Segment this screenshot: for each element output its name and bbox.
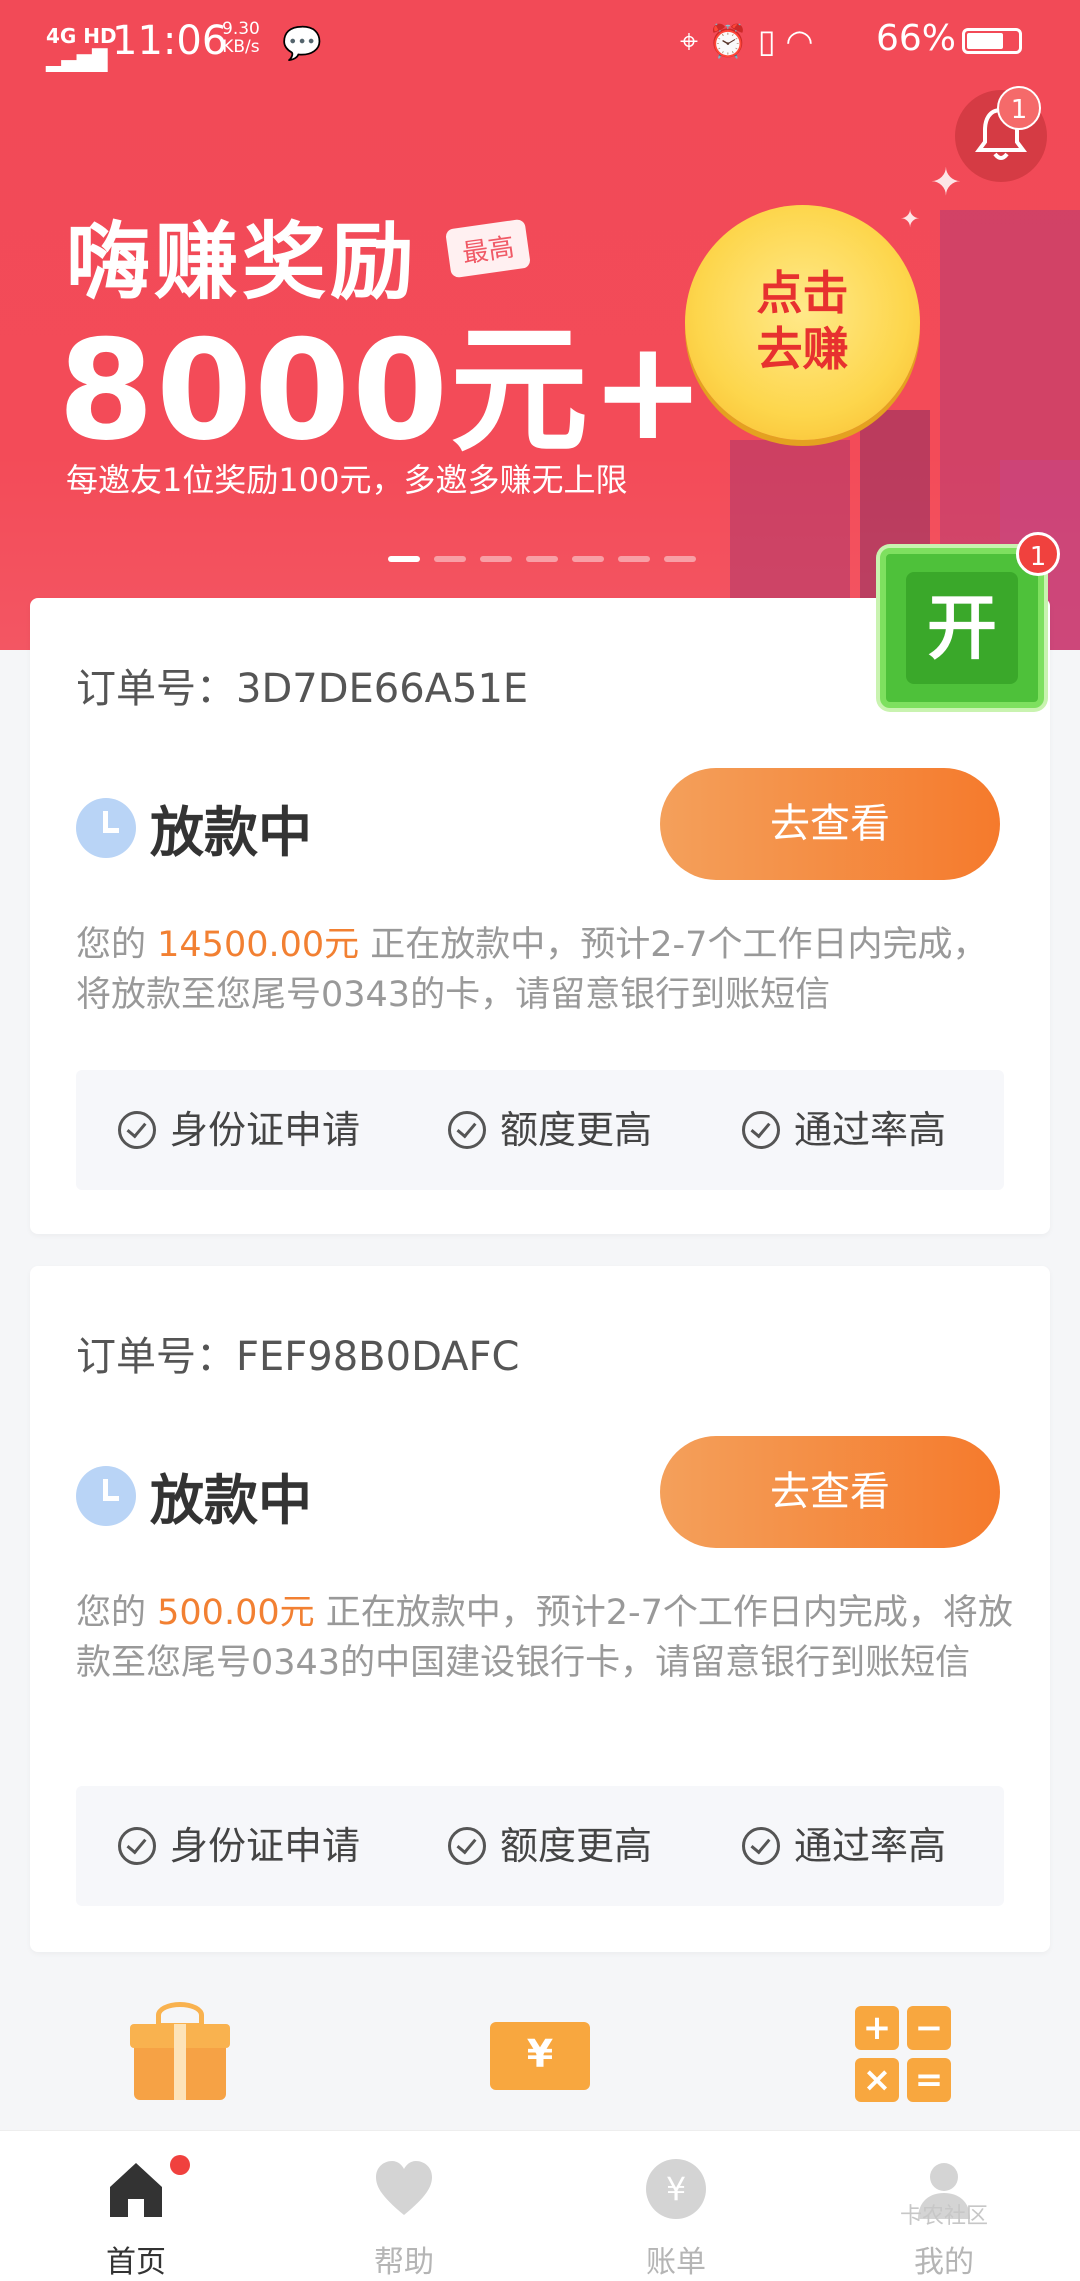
order-status: 放款中: [150, 801, 312, 864]
feature-item: 通过率高: [742, 1070, 946, 1190]
loan-amount: 14500.00元: [157, 925, 360, 965]
feature-item: 身份证申请: [118, 1786, 360, 1906]
signal-icon: 4G HD ▂▄▆█: [46, 24, 117, 72]
open-label: 开: [906, 572, 1018, 684]
earn-cta-line2: 去赚: [756, 322, 849, 376]
order-number: 订单号：FEF98B0DAFC: [76, 1334, 520, 1380]
desc-prefix: 您的: [76, 1593, 158, 1633]
quick-tools: ¥ + − × =: [0, 1990, 1080, 2120]
check-circle-icon: [448, 1826, 486, 1865]
earn-cta-line1: 点击: [756, 266, 849, 320]
feature-strip: 身份证申请 额度更高 通过率高: [76, 1070, 1004, 1190]
gift-icon[interactable]: [130, 2000, 230, 2100]
tab-help[interactable]: 帮助: [304, 2131, 504, 2281]
sparkle-icon: ✦: [900, 205, 921, 233]
tab-bills[interactable]: ¥ 账单: [576, 2131, 776, 2281]
battery-icon: [962, 28, 1022, 54]
calc-times: ×: [855, 2058, 899, 2102]
order-description: 您的 14500.00元 正在放款中，预计2-7个工作日内完成，将放款至您尾号0…: [76, 920, 1016, 1020]
feature-label: 额度更高: [500, 1824, 653, 1868]
home-notification-dot: [170, 2155, 190, 2175]
tab-label: 账单: [646, 2245, 706, 2280]
check-circle-icon: [118, 1110, 156, 1149]
feature-item: 额度更高: [448, 1786, 652, 1906]
wifi-icon: ◠: [785, 22, 824, 60]
check-circle-icon: [118, 1826, 156, 1865]
tab-label: 我的: [914, 2245, 974, 2280]
coupon-icon[interactable]: ¥: [490, 2000, 590, 2100]
sparkle-icon: ✦: [930, 160, 962, 204]
promo-amount: 8000元+: [58, 310, 708, 471]
carousel-dot[interactable]: [572, 556, 604, 562]
order-status: 放款中: [150, 1469, 312, 1532]
loan-amount: 500.00元: [157, 1593, 315, 1633]
status-bar: 4G HD ▂▄▆█ 11:06 9.30 KB/s 💬 ⌖⏰▯◠ 66%: [0, 0, 1080, 84]
carousel-dot[interactable]: [388, 556, 420, 562]
calculator-icon[interactable]: + − × =: [855, 2000, 955, 2102]
coupon-symbol: ¥: [526, 2032, 554, 2076]
tab-label: 帮助: [374, 2245, 434, 2280]
open-reward-button[interactable]: 开 1: [880, 532, 1060, 708]
location-icon: ⌖: [680, 22, 709, 60]
calc-minus: −: [907, 2006, 951, 2050]
network-speed: 9.30 KB/s: [222, 20, 260, 56]
calc-equals: =: [907, 2058, 951, 2102]
speed-value: 9.30: [222, 19, 260, 39]
feature-strip: 身份证申请 额度更高 通过率高: [76, 1786, 1004, 1906]
status-time: 11:06: [112, 18, 228, 64]
feature-item: 身份证申请: [118, 1070, 360, 1190]
vibrate-icon: ▯: [757, 22, 786, 60]
carousel-dot[interactable]: [618, 556, 650, 562]
yen-icon: ¥: [646, 2159, 706, 2219]
battery-percent: 66%: [876, 18, 957, 59]
desc-prefix: 您的: [76, 925, 158, 965]
notification-button[interactable]: 1: [955, 86, 1047, 182]
feature-item: 通过率高: [742, 1786, 946, 1906]
status-icons: ⌖⏰▯◠: [680, 22, 823, 61]
speed-unit: KB/s: [222, 37, 260, 57]
feature-label: 通过率高: [794, 1824, 947, 1868]
clock-icon: [76, 1466, 136, 1526]
heart-icon: [376, 2161, 432, 2215]
feature-label: 身份证申请: [170, 1824, 361, 1868]
order-number: 订单号：3D7DE66A51E: [76, 666, 529, 712]
check-circle-icon: [448, 1110, 486, 1149]
tab-label: 首页: [106, 2245, 166, 2280]
alarm-icon: ⏰: [708, 22, 758, 60]
promo-tag: 最高: [444, 218, 532, 279]
watermark-logo: 卡农社区: [900, 2204, 989, 2229]
wechat-icon: 💬: [282, 24, 322, 62]
feature-label: 额度更高: [500, 1108, 653, 1152]
notification-badge: 1: [997, 86, 1041, 130]
carousel-dot[interactable]: [664, 556, 696, 562]
view-order-button[interactable]: 去查看: [660, 1436, 1000, 1548]
clock-icon: [76, 798, 136, 858]
carousel-dot[interactable]: [434, 556, 466, 562]
view-order-button[interactable]: 去查看: [660, 768, 1000, 880]
order-card: 订单号：FEF98B0DAFC 放款中 去查看 您的 500.00元 正在放款中…: [30, 1266, 1050, 1952]
carousel-dot[interactable]: [526, 556, 558, 562]
check-circle-icon: [742, 1110, 780, 1149]
home-icon: [110, 2163, 162, 2217]
feature-label: 通过率高: [794, 1108, 947, 1152]
feature-label: 身份证申请: [170, 1108, 361, 1152]
earn-now-button[interactable]: 点击 去赚: [685, 205, 920, 440]
reward-badge: 1: [1016, 532, 1060, 576]
feature-item: 额度更高: [448, 1070, 652, 1190]
carousel-dot[interactable]: [480, 556, 512, 562]
check-circle-icon: [742, 1826, 780, 1865]
order-description: 您的 500.00元 正在放款中，预计2-7个工作日内完成，将放款至您尾号034…: [76, 1588, 1016, 1688]
svg-text:¥: ¥: [666, 2170, 686, 2208]
tab-home[interactable]: 首页: [36, 2131, 236, 2281]
calc-plus: +: [855, 2006, 899, 2050]
promo-subtitle: 每邀友1位奖励100元，多邀多赚无上限: [66, 461, 628, 499]
carousel-indicator: [388, 556, 696, 564]
